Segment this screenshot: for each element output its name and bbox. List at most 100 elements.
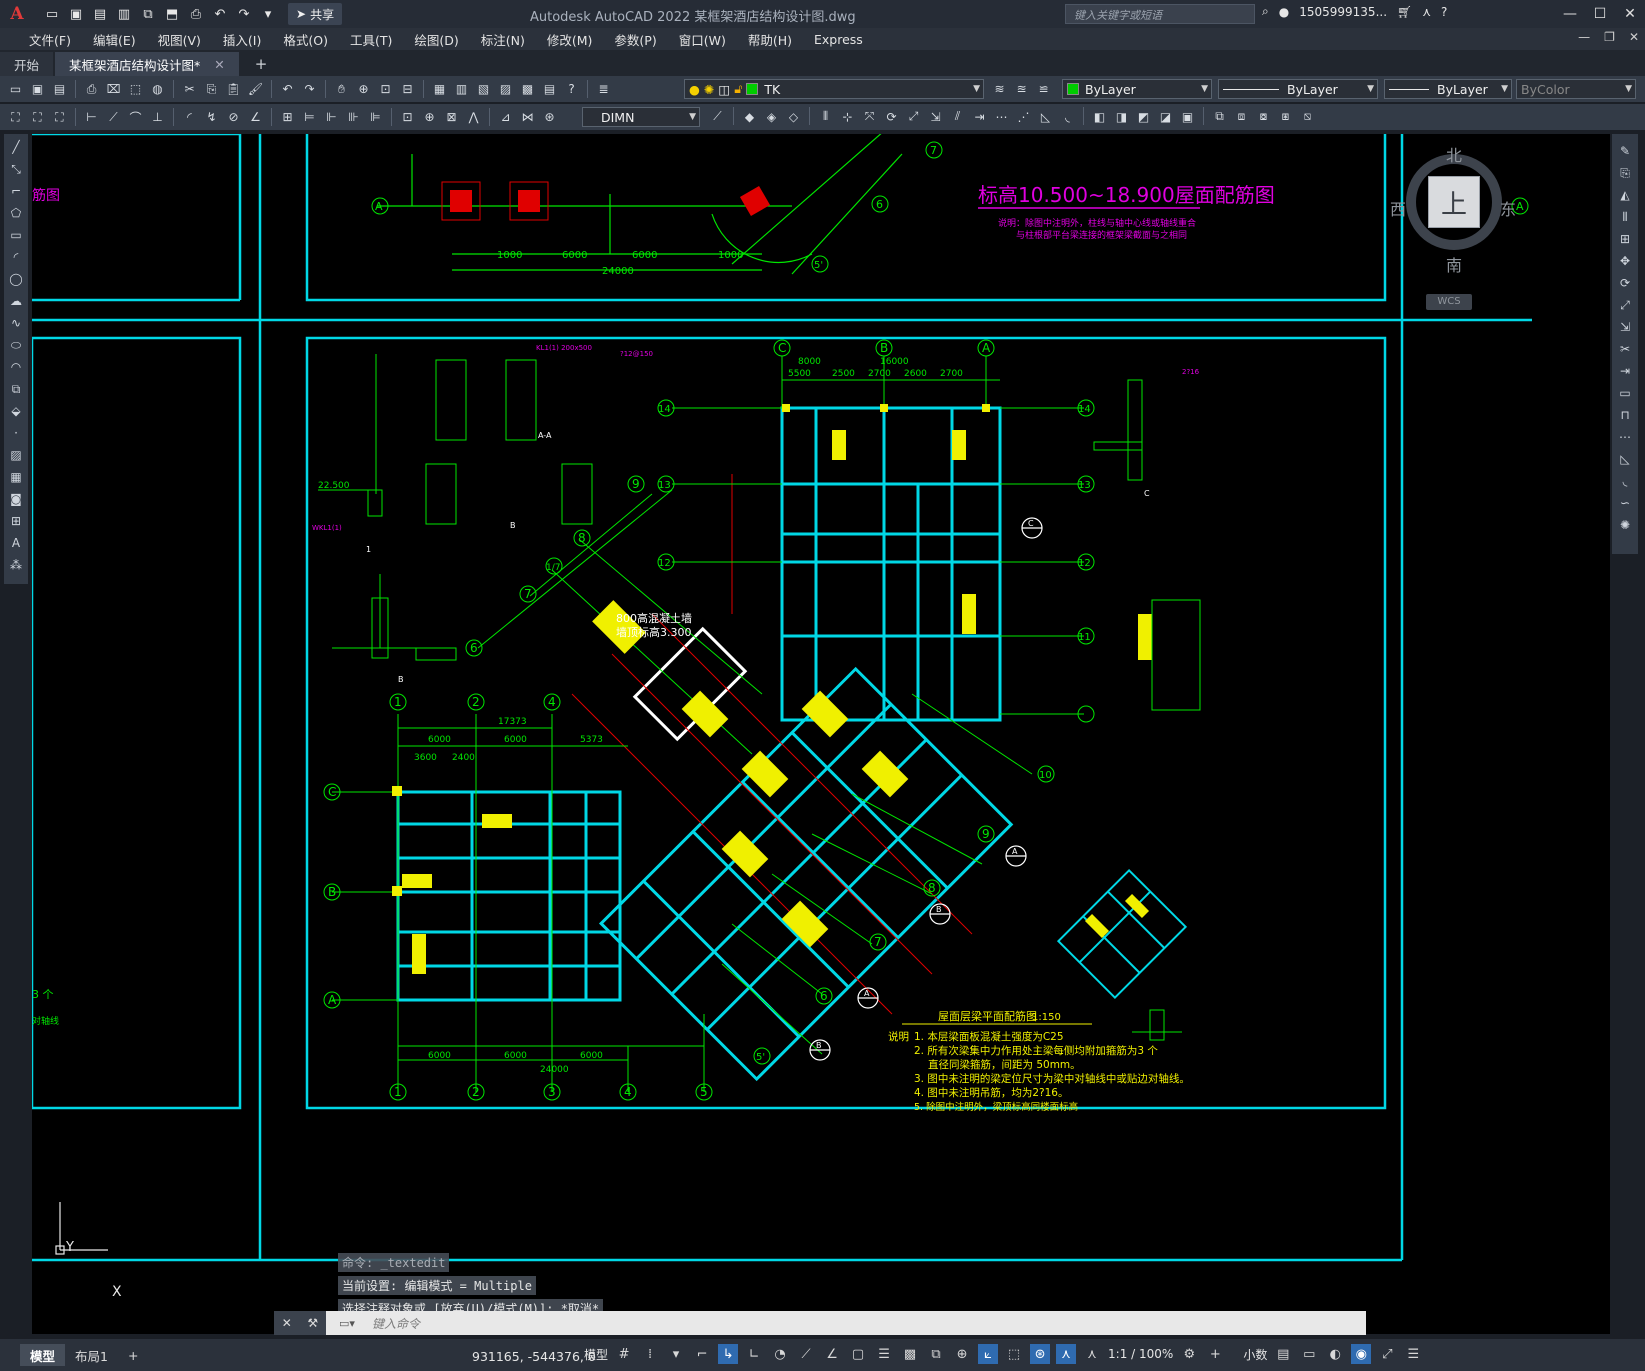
explode-icon[interactable]: ✺ bbox=[1616, 516, 1634, 534]
erase-icon[interactable]: ◆ bbox=[740, 107, 759, 126]
tab-layout1[interactable]: 布局1 bbox=[65, 1344, 118, 1366]
scale-icon[interactable]: ⤢ bbox=[904, 107, 923, 126]
graphics-performance-icon[interactable]: ◉ bbox=[1351, 1344, 1372, 1364]
command-prompt-icon[interactable]: ▭▾ bbox=[326, 1317, 368, 1330]
group-icon[interactable]: ⧉ bbox=[1210, 107, 1229, 126]
send-under-icon[interactable]: ◪ bbox=[1156, 107, 1175, 126]
add-selected-icon[interactable]: ⁂ bbox=[7, 556, 25, 574]
plotstyle-dropdown[interactable]: ByColor ▼ bbox=[1516, 79, 1636, 99]
save-as-icon[interactable]: ▥ bbox=[114, 4, 134, 24]
annotation-monitor-icon[interactable]: + bbox=[1205, 1344, 1225, 1364]
redo-icon[interactable]: ↷ bbox=[300, 80, 319, 99]
selection-cycling-icon[interactable]: ⧉ bbox=[926, 1344, 946, 1364]
menu-item[interactable]: 编辑(E) bbox=[82, 30, 147, 49]
menu-item[interactable]: 插入(I) bbox=[212, 30, 272, 49]
join-icon[interactable]: ⋰ bbox=[1014, 107, 1033, 126]
center-mark-icon[interactable]: ⊕ bbox=[420, 108, 439, 127]
polyline-icon[interactable]: ⌐ bbox=[7, 182, 25, 200]
menu-item[interactable]: 视图(V) bbox=[147, 30, 212, 49]
zoom-realtime-icon[interactable]: ⊕ bbox=[354, 80, 373, 99]
polar-tracking-icon[interactable]: ◔ bbox=[770, 1344, 790, 1364]
viewcube-east[interactable]: 东 bbox=[1500, 196, 1516, 220]
viewcube-south[interactable]: 南 bbox=[1446, 252, 1462, 276]
dynamic-ucs-icon[interactable]: ⟀ bbox=[978, 1344, 999, 1364]
group-bbox-icon[interactable]: ⧅ bbox=[1298, 107, 1317, 126]
user-name[interactable]: 1505999135... bbox=[1299, 5, 1387, 19]
offset-icon[interactable]: ⫴ bbox=[1616, 208, 1634, 226]
revision-cloud-icon[interactable]: ☁︎ bbox=[7, 292, 25, 310]
jogged-linear-icon[interactable]: ⋀ bbox=[464, 108, 483, 127]
stretch-icon[interactable]: ⇲ bbox=[1616, 318, 1634, 336]
lineweight-icon[interactable]: ☰ bbox=[874, 1344, 894, 1364]
make-block-icon[interactable]: ⬙ bbox=[7, 402, 25, 420]
share-button[interactable]: ➤ 共享 bbox=[288, 3, 343, 25]
grid-icon[interactable]: # bbox=[614, 1344, 634, 1364]
quick-properties-icon[interactable]: ▤ bbox=[1273, 1344, 1293, 1364]
layer-walk-icon[interactable]: ⛶ bbox=[28, 108, 47, 127]
open-icon[interactable]: ▣ bbox=[28, 80, 47, 99]
publish-icon[interactable]: ⬚ bbox=[126, 80, 145, 99]
fillet-icon[interactable]: ◟ bbox=[1616, 472, 1634, 490]
break-icon[interactable]: ⊓ bbox=[1616, 406, 1634, 424]
line-icon[interactable]: ╱ bbox=[7, 138, 25, 156]
pan-icon[interactable]: ✋︎ bbox=[332, 80, 351, 99]
erase-icon[interactable]: ✎ bbox=[1616, 142, 1634, 160]
autocad-logo-icon[interactable]: A bbox=[0, 0, 34, 28]
break-at-point-icon[interactable]: ▭ bbox=[1616, 384, 1634, 402]
minimize-icon[interactable]: — bbox=[1555, 0, 1585, 28]
dim-space-icon[interactable]: ⊪ bbox=[344, 108, 363, 127]
doc-minimize-icon[interactable]: — bbox=[1578, 30, 1590, 44]
properties-icon[interactable]: ▦ bbox=[430, 80, 449, 99]
insert-block-icon[interactable]: ⧉ bbox=[7, 380, 25, 398]
ortho-icon[interactable]: ∟ bbox=[744, 1344, 764, 1364]
viewcube[interactable]: 上 北 南 东 西 WCS bbox=[1390, 142, 1516, 310]
dim-update-icon[interactable]: ⊛ bbox=[540, 108, 559, 127]
cut-icon[interactable]: ✂ bbox=[180, 80, 199, 99]
help-icon[interactable]: ? bbox=[562, 80, 581, 99]
menu-item[interactable]: 修改(M) bbox=[536, 30, 604, 49]
annotation-scale[interactable]: 1:1 / 100% bbox=[1108, 1347, 1173, 1361]
user-icon[interactable]: ● bbox=[1279, 5, 1289, 19]
plot-icon[interactable]: ⎙ bbox=[82, 80, 101, 99]
search-input[interactable]: 键入关键字或短语 bbox=[1065, 4, 1255, 24]
extend-icon[interactable]: ⇥ bbox=[1616, 362, 1634, 380]
construction-line-icon[interactable]: ⤡ bbox=[7, 160, 25, 178]
add-layout-button[interactable]: + bbox=[118, 1344, 148, 1366]
viewcube-north[interactable]: 北 bbox=[1446, 142, 1462, 166]
array-icon[interactable]: ⊞ bbox=[1616, 230, 1634, 248]
hatch-icon[interactable]: ▨ bbox=[7, 446, 25, 464]
offset-icon[interactable]: ⫴ bbox=[816, 107, 835, 126]
annotation-visibility-icon[interactable]: ⋏ bbox=[1056, 1344, 1077, 1364]
infer-constraints-icon[interactable]: ⌐ bbox=[692, 1344, 712, 1364]
chamfer-icon[interactable]: ◺ bbox=[1616, 450, 1634, 468]
text-front-icon[interactable]: ▣ bbox=[1178, 107, 1197, 126]
trim-icon[interactable]: ✂ bbox=[1616, 340, 1634, 358]
lineweight-dropdown[interactable]: ByLayer ▼ bbox=[1384, 79, 1512, 99]
chamfer-icon[interactable]: ◺ bbox=[1036, 107, 1055, 126]
menu-item[interactable]: 工具(T) bbox=[339, 30, 403, 49]
extend-icon[interactable]: ⇥ bbox=[970, 107, 989, 126]
menu-item[interactable]: 窗口(W) bbox=[668, 30, 737, 49]
viewcube-west[interactable]: 西 bbox=[1390, 196, 1406, 220]
snap-icon[interactable]: ⁞ bbox=[640, 1344, 660, 1364]
mirror-icon[interactable]: ◭ bbox=[1616, 186, 1634, 204]
zoom-window-icon[interactable]: ⊡ bbox=[376, 80, 395, 99]
dynamic-input-icon[interactable]: ↳ bbox=[718, 1344, 739, 1364]
search-icon[interactable]: ⌕ bbox=[1262, 4, 1269, 19]
maximize-icon[interactable]: ☐ bbox=[1585, 0, 1615, 28]
ellipse-icon[interactable]: ⬭ bbox=[7, 336, 25, 354]
workspace-gear-icon[interactable]: ⚙ bbox=[1179, 1344, 1199, 1364]
group-edit-icon[interactable]: ⧇ bbox=[1254, 107, 1273, 126]
doc-restore-icon[interactable]: ❐ bbox=[1604, 30, 1615, 44]
tab-drawing[interactable]: 某框架酒店结构设计图* ✕ bbox=[55, 52, 239, 76]
plot-preview-icon[interactable]: ⌧ bbox=[104, 80, 123, 99]
wcs-menu[interactable]: WCS bbox=[1426, 294, 1472, 310]
chevron-down-icon[interactable]: ▾ bbox=[666, 1344, 686, 1364]
drawing-canvas[interactable]: A 7 6 5' 1000 6000 6000 1000 24000 A 标高1… bbox=[32, 134, 1610, 1334]
region-icon[interactable]: ◙ bbox=[7, 490, 25, 508]
cart-icon[interactable]: 🛒︎ bbox=[1397, 5, 1412, 19]
dim-jogged-icon[interactable]: ↯ bbox=[202, 108, 221, 127]
autodesk-app-icon[interactable]: ⋏ bbox=[1422, 5, 1431, 19]
layer-manager-icon[interactable]: ≣ bbox=[594, 80, 613, 99]
customization-menu-icon[interactable]: ☰ bbox=[1403, 1344, 1423, 1364]
